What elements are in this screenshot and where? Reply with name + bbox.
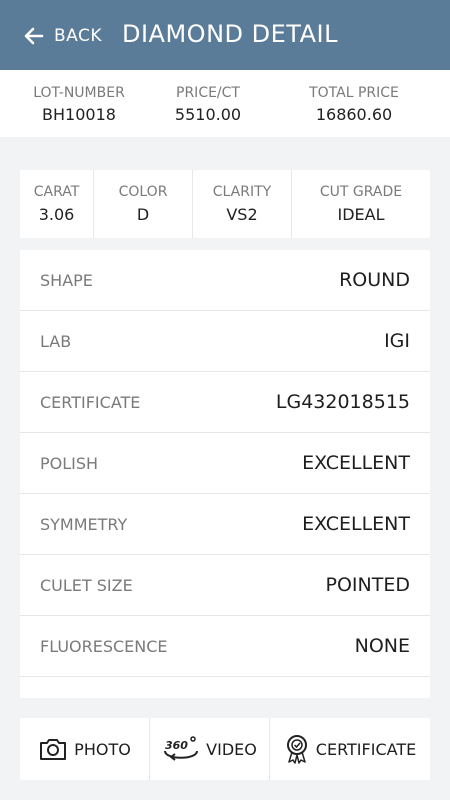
detail-value: EXCELLENT [302,513,410,535]
detail-row-polish: POLISH EXCELLENT [20,433,430,494]
detail-value: ROUND [339,269,410,291]
detail-value: EXCELLENT [302,452,410,474]
detail-value: POINTED [325,574,410,596]
summary-label: TOTAL PRICE [309,85,399,101]
summary-lot-number: LOT-NUMBER BH10018 [0,70,158,137]
svg-text:360: 360 [165,739,188,752]
detail-row-lab: LAB IGI [20,311,430,372]
back-label: BACK [54,26,103,46]
spec-color: COLOR D [94,170,193,238]
detail-row-symmetry: SYMMETRY EXCELLENT [20,494,430,555]
certificate-label: CERTIFICATE [315,739,417,759]
summary-value: 16860.60 [315,105,393,124]
summary-label: PRICE/CT [176,85,240,101]
spec-value: 3.06 [38,205,75,224]
page-title: DIAMOND DETAIL [122,20,338,48]
app-header: BACK DIAMOND DETAIL [0,0,450,71]
detail-key: CULET SIZE [40,575,133,595]
summary-value: BH10018 [42,105,116,124]
summary-label: LOT-NUMBER [33,85,125,101]
spec-label: CARAT [33,184,80,200]
summary-bar: LOT-NUMBER BH10018 PRICE/CT 5510.00 TOTA… [0,70,450,137]
spec-value: VS2 [226,205,258,224]
photo-label: PHOTO [74,739,131,759]
details-list: SHAPE ROUND LAB IGI CERTIFICATE LG432018… [20,250,430,698]
back-button[interactable]: BACK [22,22,102,50]
detail-key: CERTIFICATE [40,392,141,412]
camera-icon [40,739,67,760]
detail-value: LG432018515 [275,391,410,413]
arrow-left-icon [24,27,44,45]
detail-key: SYMMETRY [40,514,128,534]
summary-value: 5510.00 [174,105,242,124]
certificate-badge-icon [286,735,307,764]
spec-value: IDEAL [337,205,385,224]
detail-row-certificate: CERTIFICATE LG432018515 [20,372,430,433]
spec-carat: CARAT 3.06 [20,170,94,238]
detail-key: SHAPE [40,270,93,290]
summary-price-per-ct: PRICE/CT 5510.00 [158,70,258,137]
spec-label: CUT GRADE [319,184,403,200]
detail-value: IGI [384,330,410,352]
photo-button[interactable]: PHOTO [20,718,150,780]
certificate-button[interactable]: CERTIFICATE [270,718,430,780]
detail-value: NONE [354,635,410,657]
video-button[interactable]: 360 VIDEO [150,718,270,780]
detail-key: POLISH [40,453,99,473]
summary-total-price: TOTAL PRICE 16860.60 [258,70,450,137]
spec-value: D [136,205,150,224]
detail-row-culet-size: CULET SIZE POINTED [20,555,430,616]
specs-card: CARAT 3.06 COLOR D CLARITY VS2 CUT GRADE… [20,170,430,238]
spec-label: COLOR [118,184,168,200]
spec-cut-grade: CUT GRADE IDEAL [292,170,430,238]
detail-row-partial [20,677,430,698]
action-bar: PHOTO 360 VIDEO CERTIFICATE [20,718,430,780]
360-video-icon: 360 [164,736,199,761]
detail-row-fluorescence: FLUORESCENCE NONE [20,616,430,677]
video-label: VIDEO [206,739,257,759]
detail-key: FLUORESCENCE [40,636,168,656]
detail-key: LAB [40,331,72,351]
detail-row-shape: SHAPE ROUND [20,250,430,311]
spec-label: CLARITY [212,184,272,200]
spec-clarity: CLARITY VS2 [193,170,292,238]
